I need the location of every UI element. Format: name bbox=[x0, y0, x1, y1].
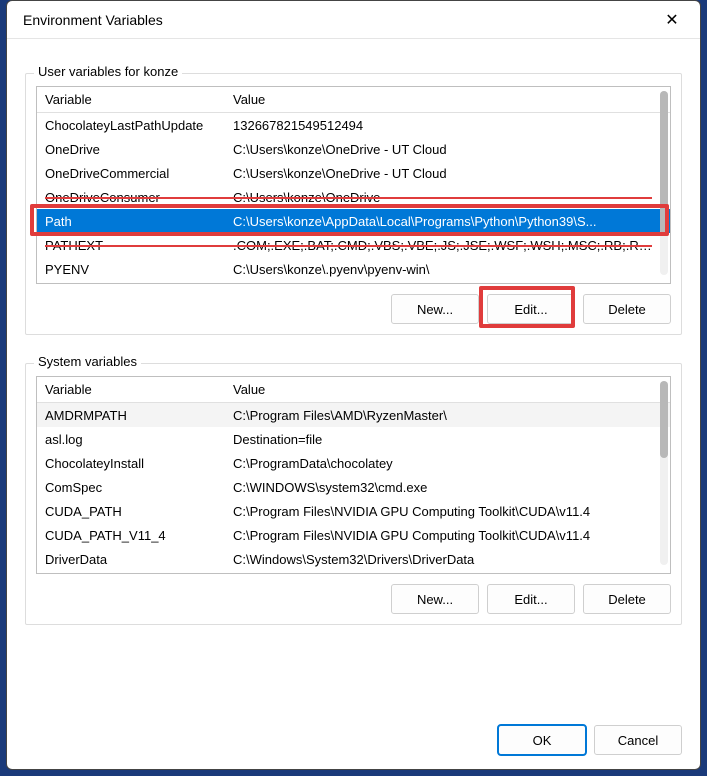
environment-variables-dialog: Environment Variables ✕ User variables f… bbox=[6, 0, 701, 770]
table-row[interactable]: OneDriveConsumerC:\Users\konze\OneDrive bbox=[37, 185, 670, 209]
cell-variable: PYENV bbox=[37, 262, 227, 277]
titlebar: Environment Variables ✕ bbox=[7, 1, 700, 39]
delete-button[interactable]: Delete bbox=[583, 294, 671, 324]
dialog-footer: OK Cancel bbox=[7, 715, 700, 769]
cell-value: C:\ProgramData\chocolatey bbox=[227, 456, 670, 471]
dialog-content: User variables for konze Variable Value … bbox=[7, 39, 700, 715]
system-variables-list[interactable]: Variable Value AMDRMPATHC:\Program Files… bbox=[36, 376, 671, 574]
table-row[interactable]: ChocolateyLastPathUpdate1326678215495124… bbox=[37, 113, 670, 137]
table-row[interactable]: PathC:\Users\konze\AppData\Local\Program… bbox=[37, 209, 670, 233]
table-row[interactable]: OneDriveC:\Users\konze\OneDrive - UT Clo… bbox=[37, 137, 670, 161]
list-header: Variable Value bbox=[37, 377, 670, 403]
cell-value: C:\Users\konze\OneDrive bbox=[227, 190, 670, 205]
cell-variable: ChocolateyLastPathUpdate bbox=[37, 118, 227, 133]
cell-value: .COM;.EXE;.BAT;.CMD;.VBS;.VBE;.JS;.JSE;.… bbox=[227, 238, 670, 253]
close-icon[interactable]: ✕ bbox=[656, 4, 688, 36]
table-row[interactable]: asl.logDestination=file bbox=[37, 427, 670, 451]
cell-value: C:\Program Files\NVIDIA GPU Computing To… bbox=[227, 504, 670, 519]
user-buttons-row: New... Edit... Delete bbox=[36, 294, 671, 324]
system-variables-group: System variables Variable Value AMDRMPAT… bbox=[25, 363, 682, 625]
new-button[interactable]: New... bbox=[391, 294, 479, 324]
column-header-value[interactable]: Value bbox=[227, 382, 670, 397]
cell-value: C:\Users\konze\OneDrive - UT Cloud bbox=[227, 142, 670, 157]
cell-variable: ComSpec bbox=[37, 480, 227, 495]
list-header: Variable Value bbox=[37, 87, 670, 113]
system-buttons-row: New... Edit... Delete bbox=[36, 584, 671, 614]
cell-value: C:\Program Files\AMD\RyzenMaster\ bbox=[227, 408, 670, 423]
cell-variable: OneDriveCommercial bbox=[37, 166, 227, 181]
window-title: Environment Variables bbox=[23, 12, 163, 28]
cell-value: C:\Users\konze\.pyenv\pyenv-win\ bbox=[227, 262, 670, 277]
cell-value: C:\Users\konze\AppData\Local\Programs\Py… bbox=[227, 214, 670, 229]
table-row[interactable]: PYENVC:\Users\konze\.pyenv\pyenv-win\ bbox=[37, 257, 670, 281]
cell-variable: asl.log bbox=[37, 432, 227, 447]
group-legend-user: User variables for konze bbox=[34, 64, 182, 79]
cell-value: C:\Program Files\NVIDIA GPU Computing To… bbox=[227, 528, 670, 543]
table-row[interactable]: CUDA_PATHC:\Program Files\NVIDIA GPU Com… bbox=[37, 499, 670, 523]
cell-variable: CUDA_PATH_V11_4 bbox=[37, 528, 227, 543]
delete-button[interactable]: Delete bbox=[583, 584, 671, 614]
table-row[interactable]: ChocolateyInstallC:\ProgramData\chocolat… bbox=[37, 451, 670, 475]
table-row[interactable]: AMDRMPATHC:\Program Files\AMD\RyzenMaste… bbox=[37, 403, 670, 427]
cell-value: Destination=file bbox=[227, 432, 670, 447]
cell-variable: PATHEXT bbox=[37, 238, 227, 253]
cell-value: 132667821549512494 bbox=[227, 118, 670, 133]
cell-value: C:\WINDOWS\system32\cmd.exe bbox=[227, 480, 670, 495]
edit-button[interactable]: Edit... bbox=[487, 584, 575, 614]
scrollbar-thumb[interactable] bbox=[660, 381, 668, 458]
cell-variable: DriverData bbox=[37, 552, 227, 567]
cell-variable: OneDrive bbox=[37, 142, 227, 157]
cell-variable: Path bbox=[37, 214, 227, 229]
scrollbar-thumb[interactable] bbox=[660, 91, 668, 235]
group-legend-system: System variables bbox=[34, 354, 141, 369]
cell-variable: OneDriveConsumer bbox=[37, 190, 227, 205]
scrollbar[interactable] bbox=[660, 91, 668, 275]
table-row[interactable]: CUDA_PATH_V11_4C:\Program Files\NVIDIA G… bbox=[37, 523, 670, 547]
user-variables-list[interactable]: Variable Value ChocolateyLastPathUpdate1… bbox=[36, 86, 671, 284]
ok-button[interactable]: OK bbox=[498, 725, 586, 755]
cell-value: C:\Windows\System32\Drivers\DriverData bbox=[227, 552, 670, 567]
cancel-button[interactable]: Cancel bbox=[594, 725, 682, 755]
column-header-variable[interactable]: Variable bbox=[37, 92, 227, 107]
cell-variable: ChocolateyInstall bbox=[37, 456, 227, 471]
table-row[interactable]: ComSpecC:\WINDOWS\system32\cmd.exe bbox=[37, 475, 670, 499]
column-header-variable[interactable]: Variable bbox=[37, 382, 227, 397]
column-header-value[interactable]: Value bbox=[227, 92, 670, 107]
edit-button[interactable]: Edit... bbox=[487, 294, 575, 324]
user-variables-group: User variables for konze Variable Value … bbox=[25, 73, 682, 335]
table-row[interactable]: OneDriveCommercialC:\Users\konze\OneDriv… bbox=[37, 161, 670, 185]
cell-value: C:\Users\konze\OneDrive - UT Cloud bbox=[227, 166, 670, 181]
table-row[interactable]: PATHEXT.COM;.EXE;.BAT;.CMD;.VBS;.VBE;.JS… bbox=[37, 233, 670, 257]
table-row[interactable]: DriverDataC:\Windows\System32\Drivers\Dr… bbox=[37, 547, 670, 571]
cell-variable: CUDA_PATH bbox=[37, 504, 227, 519]
cell-variable: AMDRMPATH bbox=[37, 408, 227, 423]
scrollbar[interactable] bbox=[660, 381, 668, 565]
new-button[interactable]: New... bbox=[391, 584, 479, 614]
